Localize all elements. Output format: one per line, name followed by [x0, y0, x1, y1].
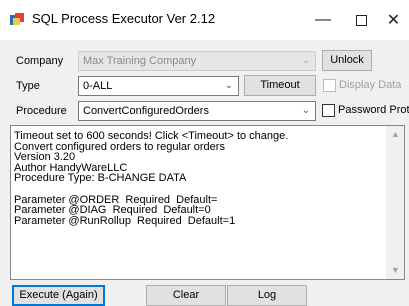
password-protect-checkbox[interactable]: [322, 104, 335, 117]
close-button[interactable]: ✕: [378, 0, 409, 40]
output-line: Timeout set to 600 seconds! Click <Timeo…: [14, 130, 289, 142]
log-button[interactable]: Log: [227, 285, 307, 306]
company-label: Company: [16, 55, 64, 67]
output-textbox[interactable]: Timeout set to 600 seconds! Click <Timeo…: [10, 125, 405, 280]
unlock-label: Unlock: [330, 54, 364, 66]
app-icon: [10, 13, 24, 25]
scroll-up-icon[interactable]: ▲: [387, 126, 404, 143]
procedure-select[interactable]: ConvertConfiguredOrders ⌄: [78, 101, 316, 121]
minimize-button[interactable]: —: [300, 0, 346, 40]
display-data-checkbox[interactable]: [323, 79, 336, 92]
timeout-button[interactable]: Timeout: [244, 75, 316, 96]
window-title: SQL Process Executor Ver 2.12: [32, 11, 216, 26]
minimize-icon: —: [315, 11, 331, 28]
display-data-label: Display Data: [339, 79, 402, 91]
type-label: Type: [16, 80, 40, 92]
vertical-scrollbar[interactable]: ▲ ▼: [386, 126, 404, 279]
output-line: Procedure Type: B-CHANGE DATA: [14, 172, 187, 185]
execute-button[interactable]: Execute (Again): [12, 285, 105, 306]
procedure-value: ConvertConfiguredOrders: [83, 105, 209, 117]
output-line: Parameter @RunRollup Required Default=1: [14, 214, 236, 227]
unlock-button[interactable]: Unlock: [322, 50, 372, 71]
procedure-label: Procedure: [16, 105, 67, 117]
log-label: Log: [257, 289, 277, 301]
clear-button[interactable]: Clear: [146, 285, 226, 306]
maximize-button[interactable]: [346, 0, 376, 40]
company-select[interactable]: Max Training Company ⌄: [78, 51, 316, 71]
maximize-icon: [355, 14, 367, 26]
chevron-down-icon: ⌄: [301, 55, 310, 66]
type-value: 0-ALL: [83, 80, 113, 92]
title-bar: SQL Process Executor Ver 2.12 — ✕: [0, 0, 409, 41]
output-text: Timeout set to 600 seconds! Click <Timeo…: [14, 131, 288, 226]
chevron-down-icon: ⌄: [301, 105, 310, 116]
clear-label: Clear: [172, 289, 200, 301]
password-protect-label: Password Protect: [338, 104, 409, 116]
chevron-down-icon: ⌄: [224, 80, 233, 91]
close-icon: ✕: [386, 12, 401, 29]
company-value: Max Training Company: [83, 55, 197, 67]
execute-label: Execute (Again): [19, 289, 98, 301]
type-select[interactable]: 0-ALL ⌄: [78, 76, 239, 96]
scroll-down-icon[interactable]: ▼: [387, 262, 404, 279]
timeout-label: Timeout: [260, 79, 300, 91]
